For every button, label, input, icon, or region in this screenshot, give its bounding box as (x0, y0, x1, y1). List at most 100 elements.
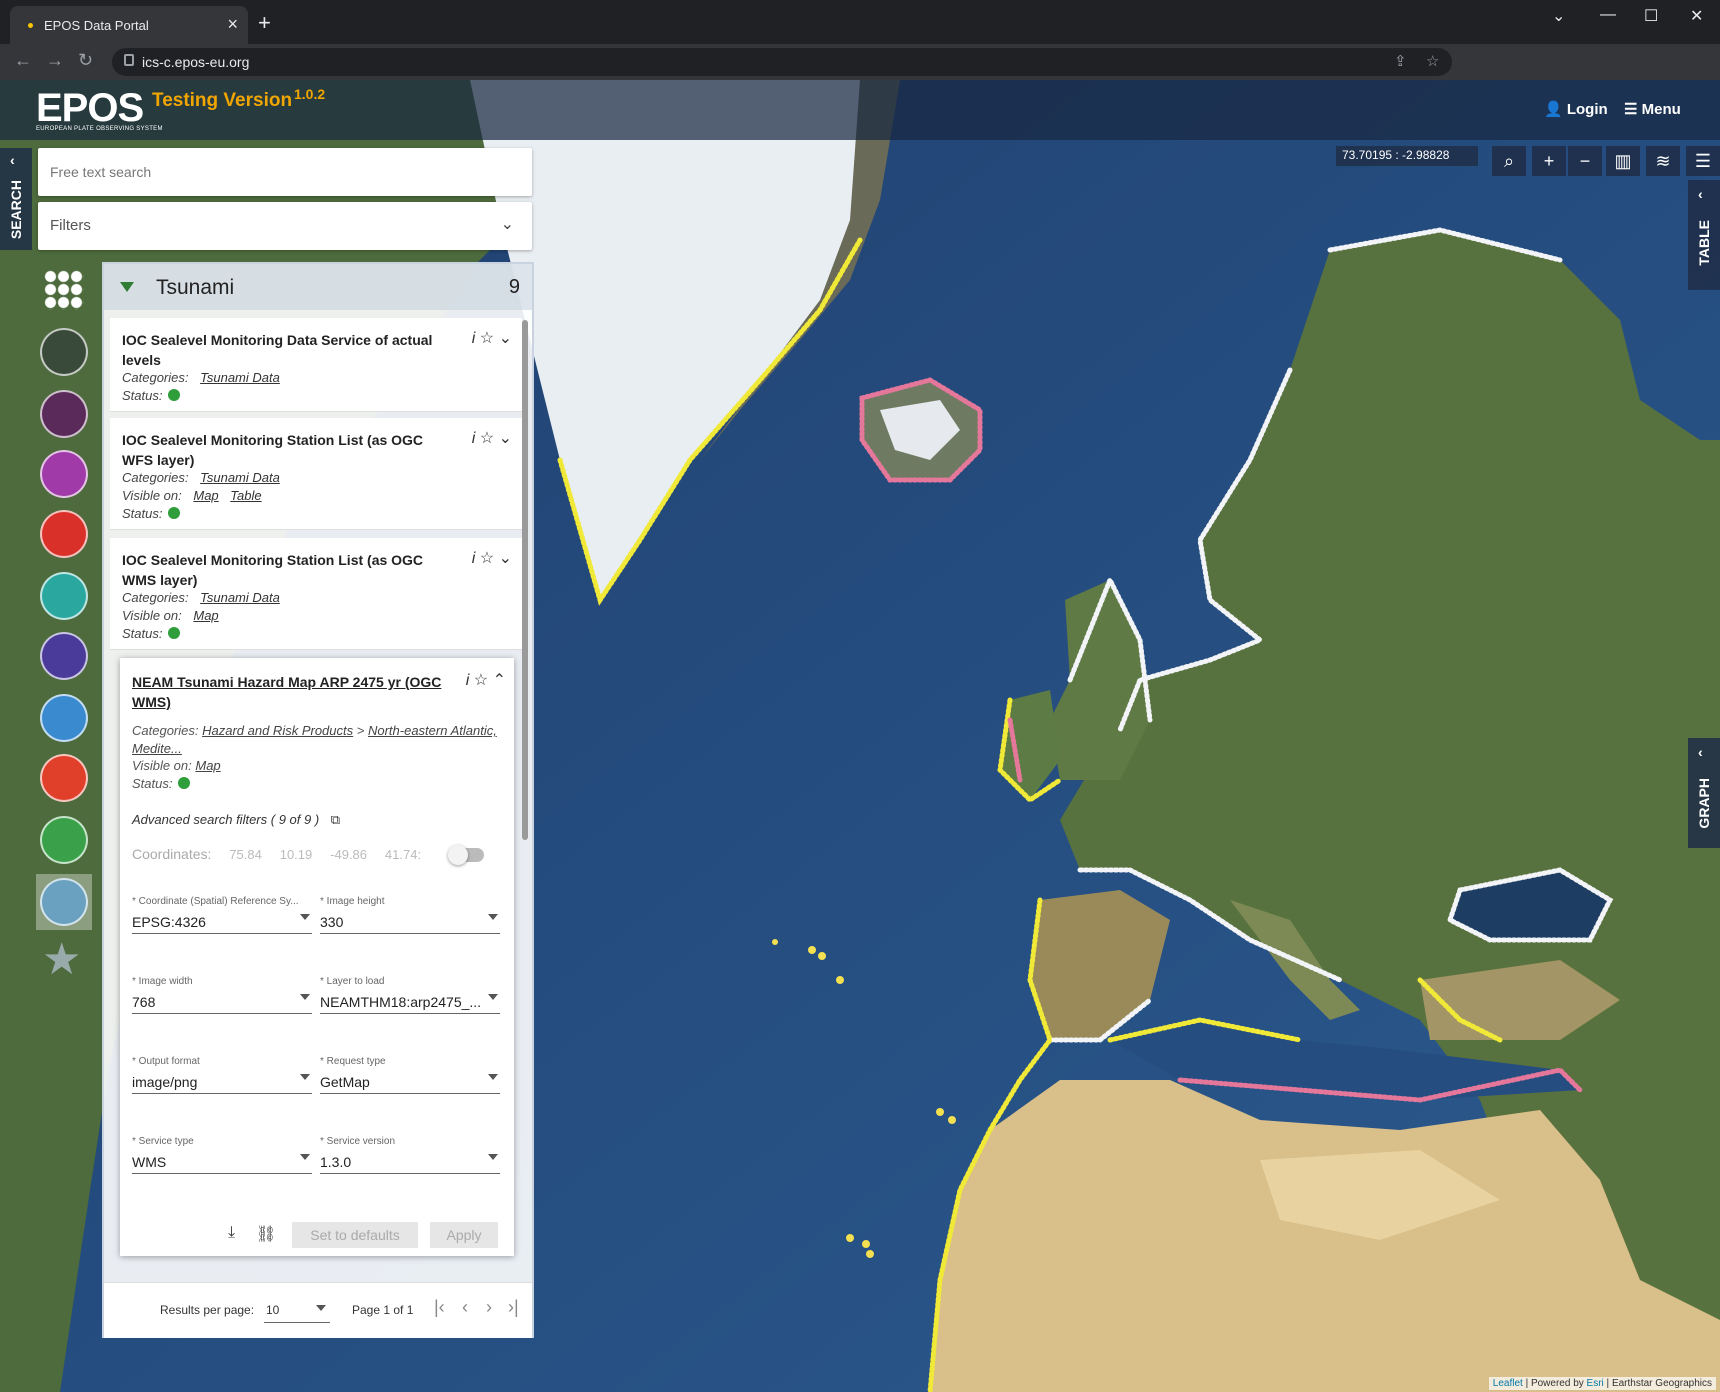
coord-north[interactable]: 75.84 (229, 847, 262, 862)
favourite-star-icon[interactable]: ☆ (480, 430, 494, 447)
esri-link[interactable]: Esri (1587, 1378, 1604, 1389)
service-type-select[interactable]: * Service type WMS (132, 1134, 312, 1174)
per-page-select[interactable]: 10 (264, 1297, 330, 1323)
panel-scrollbar[interactable] (522, 320, 528, 840)
close-tab-icon[interactable]: × (227, 14, 238, 35)
open-external-icon[interactable]: ⧉ (331, 812, 340, 827)
category-link[interactable]: Tsunami Data (200, 470, 280, 485)
status-label: Status: (122, 506, 163, 521)
field-label: * Layer to load (320, 976, 385, 987)
anthropogenic-hazards-icon[interactable] (40, 450, 88, 498)
map-search-icon[interactable]: ⌕ (1492, 146, 1526, 176)
forward-icon[interactable]: → (46, 50, 64, 71)
set-defaults-button[interactable]: Set to defaults (292, 1222, 418, 1248)
info-icon[interactable]: i (472, 330, 476, 347)
info-icon[interactable]: i (466, 672, 470, 689)
epos-logo[interactable]: EPOS (36, 86, 144, 131)
coord-east[interactable]: 10.19 (280, 847, 313, 862)
back-icon[interactable]: ← (14, 50, 32, 71)
dropdown-arrow-icon (300, 1074, 310, 1080)
filter-icon[interactable] (120, 282, 134, 292)
output-format-select[interactable]: * Output format image/png (132, 1054, 312, 1094)
result-card[interactable]: IOC Sealevel Monitoring Data Service of … (110, 318, 522, 412)
info-icon[interactable]: i (472, 550, 476, 567)
coordinates-toggle[interactable] (448, 845, 484, 865)
prev-page-icon[interactable]: ‹ (462, 1297, 468, 1318)
search-tab[interactable]: ‹ SEARCH (0, 148, 32, 250)
zoom-out-icon[interactable]: − (1568, 146, 1602, 176)
geological-modelling-icon[interactable] (40, 694, 88, 742)
tab-search-icon[interactable]: ⌄ (1552, 6, 1565, 26)
login-button[interactable]: 👤 Login (1544, 100, 1608, 118)
powered-by-label: Powered by (1530, 1378, 1584, 1389)
chevron-down-icon[interactable]: ⌄ (499, 330, 512, 347)
chevron-up-icon[interactable]: ⌃ (493, 672, 506, 689)
last-page-icon[interactable]: ›| (508, 1297, 519, 1318)
new-tab-icon[interactable]: + (258, 10, 271, 36)
layer-select[interactable]: * Layer to load NEAMTHM18:arp2475_... (320, 974, 500, 1014)
favourite-star-icon[interactable]: ☆ (474, 672, 488, 689)
multi-scale-lab-icon[interactable] (40, 754, 88, 802)
category-link[interactable]: Tsunami Data (200, 370, 280, 385)
info-icon[interactable]: i (472, 430, 476, 447)
favourite-star-icon[interactable]: ☆ (480, 550, 494, 567)
layers-icon[interactable]: ≋ (1646, 146, 1680, 176)
tsunami-domain-selected[interactable] (36, 874, 92, 930)
free-text-search-input[interactable]: Free text search (38, 148, 532, 196)
visible-map-link[interactable]: Map (193, 488, 218, 503)
list-icon[interactable]: ☰ (1686, 146, 1720, 176)
visible-table-link[interactable]: Table (230, 488, 261, 503)
chevron-down-icon[interactable]: ⌄ (499, 430, 512, 447)
minimize-icon[interactable]: — (1600, 6, 1616, 24)
coord-west[interactable]: -49.86 (330, 847, 367, 862)
apply-button[interactable]: Apply (430, 1222, 498, 1248)
category-link-1[interactable]: Hazard and Risk Products (202, 723, 353, 738)
filters-dropdown[interactable]: Filters ⌄ (38, 202, 532, 250)
geo-energy-icon[interactable] (40, 816, 88, 864)
result-card[interactable]: IOC Sealevel Monitoring Station List (as… (110, 538, 522, 650)
result-title[interactable]: IOC Sealevel Monitoring Data Service of … (122, 330, 452, 370)
next-page-icon[interactable]: › (486, 1297, 492, 1318)
service-version-select[interactable]: * Service version 1.3.0 (320, 1134, 500, 1174)
result-card[interactable]: IOC Sealevel Monitoring Station List (as… (110, 418, 522, 530)
browser-tab[interactable]: EPOS Data Portal × (10, 6, 248, 44)
chevron-down-icon[interactable]: ⌄ (499, 550, 512, 567)
favourites-star-icon[interactable]: ★ (42, 938, 81, 982)
favourite-star-icon[interactable]: ☆ (480, 330, 494, 347)
all-domains-icon[interactable] (44, 270, 84, 310)
share-icon[interactable]: ⇪ (1394, 52, 1407, 70)
maximize-icon[interactable]: ☐ (1644, 6, 1658, 26)
image-height-select[interactable]: * Image height 330 (320, 894, 500, 934)
coord-south[interactable]: 41.74: (385, 847, 421, 862)
menu-button[interactable]: ☰ Menu (1624, 100, 1681, 118)
categories-row: Categories: Hazard and Risk Products > N… (132, 722, 502, 758)
seismology-icon[interactable] (40, 328, 88, 376)
geomagnetism-icon[interactable] (40, 632, 88, 680)
leaflet-link[interactable]: Leaflet (1493, 1378, 1523, 1389)
link-icon[interactable]: ⛓ (256, 1224, 276, 1244)
address-bar[interactable]: ics-c.epos-eu.org ⇪ ☆ (112, 48, 1452, 76)
download-icon[interactable]: ⤓ (228, 1224, 235, 1242)
visible-map-link[interactable]: Map (193, 608, 218, 623)
category-link[interactable]: Tsunami Data (200, 590, 280, 605)
request-type-select[interactable]: * Request type GetMap (320, 1054, 500, 1094)
bookmark-star-icon[interactable]: ☆ (1426, 52, 1439, 70)
panel-title: Tsunami (156, 276, 235, 299)
visible-map-link[interactable]: Map (195, 758, 220, 773)
chevron-left-icon: ‹ (1698, 186, 1703, 202)
table-tab[interactable]: ‹ TABLE (1688, 180, 1720, 290)
basemap-icon[interactable]: ▥ (1606, 146, 1640, 176)
crs-select[interactable]: * Coordinate (Spatial) Reference Sy... E… (132, 894, 312, 934)
result-title[interactable]: IOC Sealevel Monitoring Station List (as… (122, 550, 452, 590)
volcano-icon[interactable] (40, 510, 88, 558)
first-page-icon[interactable]: |‹ (434, 1297, 445, 1318)
reload-icon[interactable]: ↻ (78, 50, 93, 71)
image-width-select[interactable]: * Image width 768 (132, 974, 312, 1014)
zoom-in-icon[interactable]: + (1532, 146, 1566, 176)
result-title[interactable]: IOC Sealevel Monitoring Station List (as… (122, 430, 452, 470)
near-fault-icon[interactable] (40, 390, 88, 438)
close-window-icon[interactable]: ✕ (1690, 6, 1703, 26)
satellite-icon[interactable] (40, 572, 88, 620)
graph-tab[interactable]: ‹ GRAPH (1688, 738, 1720, 848)
expanded-result-title[interactable]: NEAM Tsunami Hazard Map ARP 2475 yr (OGC… (132, 672, 452, 712)
